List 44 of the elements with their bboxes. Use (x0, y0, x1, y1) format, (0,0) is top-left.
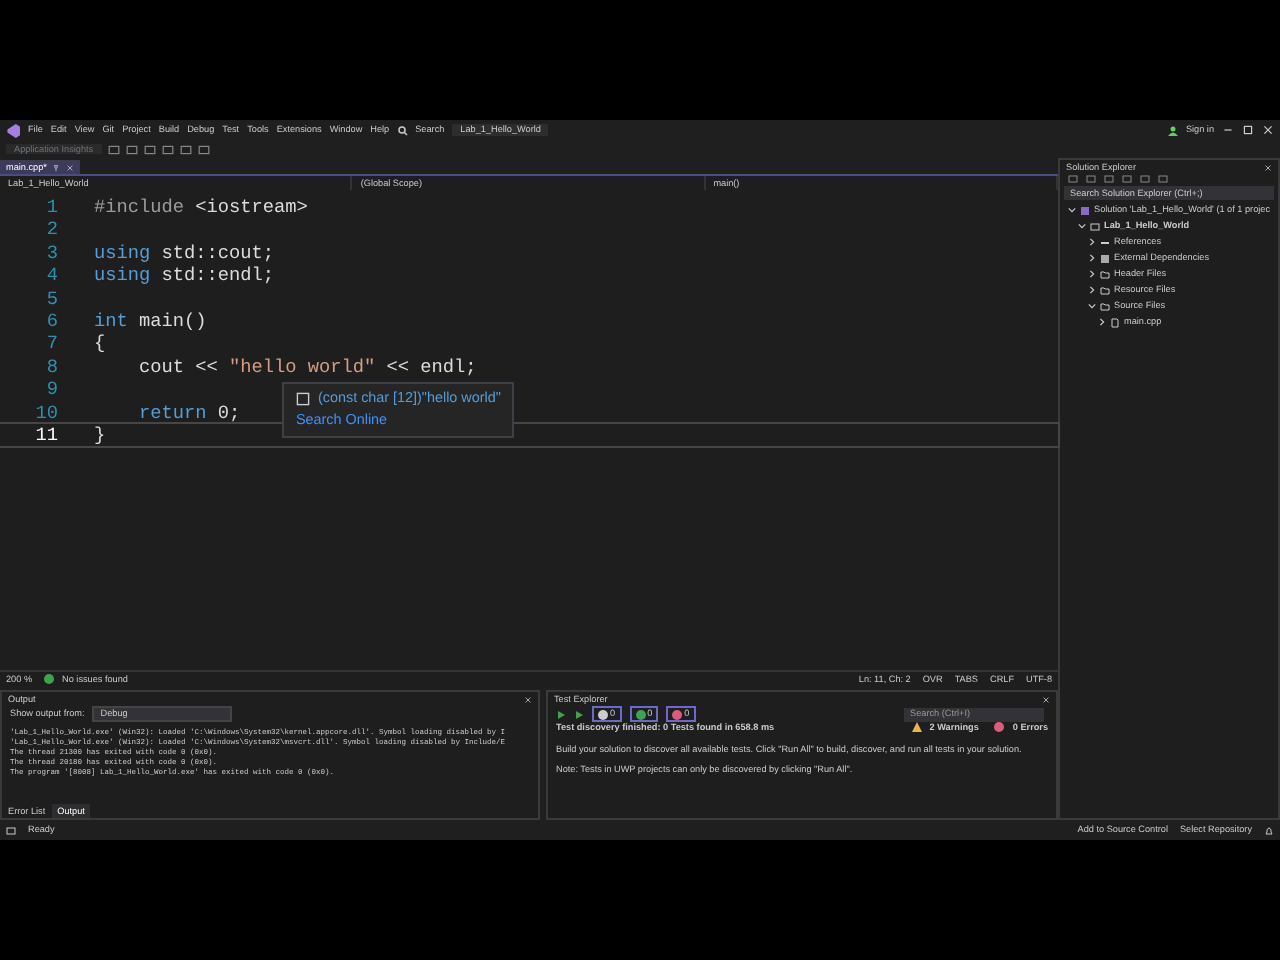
code-line: cout << "hello world" << endl; (137, 355, 477, 379)
close-icon[interactable] (66, 163, 75, 171)
collapse-caret-icon[interactable] (1068, 206, 1077, 214)
expand-caret-icon[interactable] (1088, 286, 1097, 294)
line-number: 8 (44, 355, 60, 379)
close-icon[interactable] (1262, 124, 1274, 136)
line-number: 7 (44, 332, 60, 356)
code-line: #include <iostream> (94, 196, 308, 219)
search-icon (397, 125, 408, 135)
line-number: 4 (44, 264, 60, 288)
references-icon (1100, 237, 1111, 247)
line-number: 5 (44, 287, 60, 310)
close-icon[interactable] (1264, 163, 1272, 171)
account-icon (1167, 125, 1178, 135)
notification-bell-icon[interactable] (1264, 825, 1274, 835)
file-icon (1110, 317, 1121, 327)
maximize-icon[interactable] (1242, 124, 1254, 136)
code-line: } (94, 423, 106, 447)
code-line: int main() (94, 309, 207, 333)
solution-icon (1080, 205, 1091, 215)
output-window-icon (6, 825, 16, 835)
line-number: 3 (44, 241, 60, 265)
app-logo-icon (6, 123, 20, 137)
collapse-caret-icon[interactable] (1088, 302, 1097, 310)
check-icon (44, 674, 55, 684)
code-line: using std::endl; (94, 264, 275, 288)
dependencies-icon (1100, 253, 1111, 263)
line-number: 9 (44, 378, 60, 402)
error-icon (994, 722, 1005, 733)
code-line: using std::cout; (94, 241, 275, 265)
line-number: 10 (33, 401, 60, 424)
pin-icon[interactable] (52, 163, 61, 171)
code-line: return 0; (137, 401, 241, 424)
line-number: 6 (44, 309, 60, 333)
expand-caret-icon[interactable] (1088, 270, 1097, 278)
constant-icon (296, 391, 310, 406)
code-line: { (94, 332, 106, 356)
line-number: 1 (44, 196, 60, 219)
minimize-icon[interactable] (1222, 124, 1234, 136)
collapse-caret-icon[interactable] (1078, 222, 1087, 230)
line-number: 11 (33, 423, 60, 447)
line-number: 2 (44, 218, 60, 242)
project-icon (1090, 221, 1101, 231)
close-icon[interactable] (524, 695, 532, 703)
